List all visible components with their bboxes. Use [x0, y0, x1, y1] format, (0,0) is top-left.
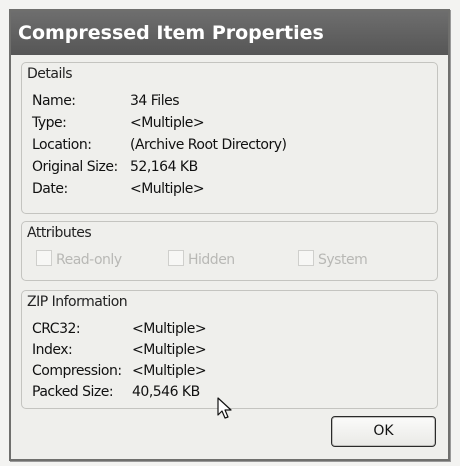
- checkbox-label: System: [318, 252, 368, 268]
- zip-value: <Multiple>: [132, 342, 207, 358]
- dialog-title: Compressed Item Properties: [11, 11, 448, 55]
- properties-dialog: Compressed Item Properties Details Name:…: [9, 9, 450, 461]
- detail-label: Location:: [32, 137, 92, 153]
- zip-label: Packed Size:: [32, 384, 114, 400]
- arrow-cursor-icon: [217, 397, 233, 426]
- checkbox-box[interactable]: [36, 250, 52, 266]
- attributes-group: Attributes Read-only Hidden System: [21, 221, 438, 281]
- detail-value: 34 Files: [130, 93, 180, 109]
- zip-label: Compression:: [32, 363, 122, 379]
- zip-label: CRC32:: [32, 321, 81, 337]
- zip-label: Index:: [32, 342, 73, 358]
- detail-label: Type:: [32, 115, 67, 131]
- detail-value: (Archive Root Directory): [130, 137, 287, 153]
- detail-value: <Multiple>: [130, 181, 205, 197]
- attributes-heading: Attributes: [27, 225, 92, 241]
- ok-button[interactable]: OK: [331, 416, 436, 447]
- checkbox-box[interactable]: [168, 250, 184, 266]
- zip-value: 40,546 KB: [132, 384, 200, 400]
- details-heading: Details: [27, 66, 73, 82]
- checkbox-box[interactable]: [298, 250, 314, 266]
- readonly-checkbox[interactable]: Read-only: [36, 250, 122, 268]
- system-checkbox[interactable]: System: [298, 250, 368, 268]
- detail-value: 52,164 KB: [130, 159, 198, 175]
- zip-heading: ZIP Information: [27, 294, 128, 310]
- zip-info-group: ZIP Information CRC32: <Multiple> Index:…: [21, 290, 438, 409]
- checkbox-label: Read-only: [56, 252, 122, 268]
- detail-value: <Multiple>: [130, 115, 205, 131]
- detail-label: Original Size:: [32, 159, 118, 175]
- hidden-checkbox[interactable]: Hidden: [168, 250, 235, 268]
- zip-value: <Multiple>: [132, 363, 207, 379]
- checkbox-label: Hidden: [188, 252, 235, 268]
- detail-label: Date:: [32, 181, 68, 197]
- zip-value: <Multiple>: [132, 321, 207, 337]
- details-group: Details Name: 34 Files Type: <Multiple> …: [21, 62, 438, 214]
- detail-label: Name:: [32, 93, 76, 109]
